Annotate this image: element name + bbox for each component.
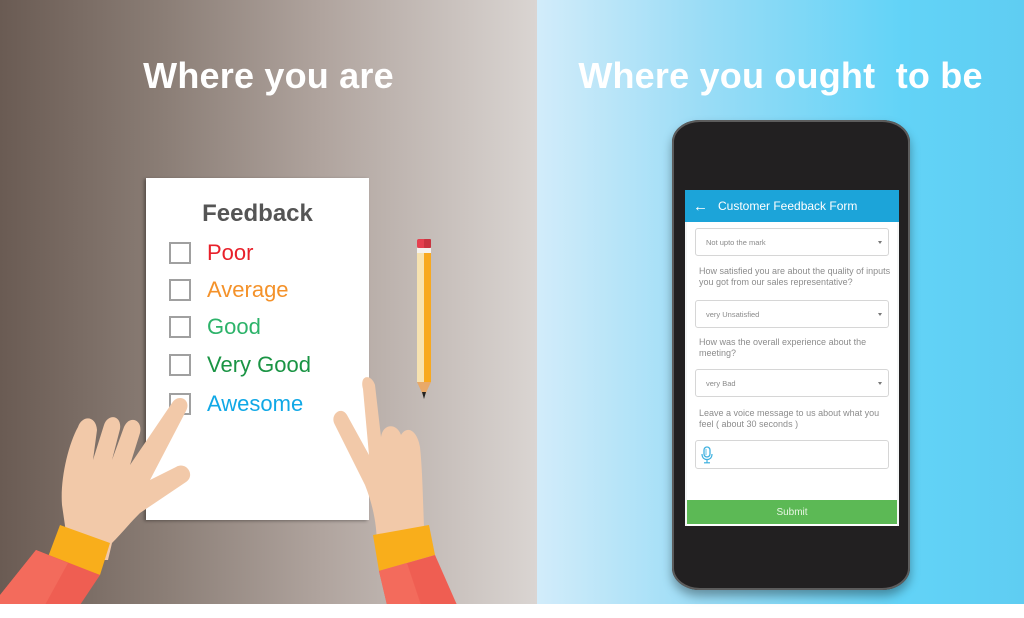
quality-select[interactable]: Not upto the mark xyxy=(695,228,889,256)
microphone-icon[interactable] xyxy=(701,446,713,464)
app-title: Customer Feedback Form xyxy=(718,199,858,213)
question-sales-rep: How satisfied you are about the quality … xyxy=(699,266,891,287)
dropdown-caret-icon xyxy=(878,382,882,385)
option-label: Poor xyxy=(207,240,254,265)
voice-message-input[interactable] xyxy=(695,440,889,469)
phone-mockup: ← Customer Feedback Form Not upto the ma… xyxy=(672,120,910,590)
left-heading: Where you are xyxy=(143,55,394,96)
back-arrow-icon[interactable]: ← xyxy=(693,199,708,214)
dropdown-caret-icon xyxy=(878,313,882,316)
left-panel: Where you are Feedback Poor Average Good… xyxy=(0,0,537,604)
left-hand-illustration xyxy=(0,397,191,604)
question-voice: Leave a voice message to us about what y… xyxy=(699,408,880,429)
dropdown-caret-icon xyxy=(878,241,882,244)
option-label: Good xyxy=(207,314,261,339)
feedback-form: Not upto the mark How satisfied you are … xyxy=(687,222,897,526)
satisfaction-select[interactable]: very Unsatisfied xyxy=(695,300,889,328)
checkbox[interactable] xyxy=(169,279,191,301)
phone-screen: ← Customer Feedback Form Not upto the ma… xyxy=(685,190,899,526)
paper-title: Feedback xyxy=(202,200,313,227)
select-value: Not upto the mark xyxy=(706,237,766,247)
right-heading: Where you ought to be xyxy=(578,55,983,96)
option-label: Very Good xyxy=(207,352,311,377)
option-label: Awesome xyxy=(207,391,304,416)
checkbox[interactable] xyxy=(169,316,191,338)
select-value: very Unsatisfied xyxy=(706,309,760,319)
submit-button[interactable]: Submit xyxy=(687,500,897,524)
feedback-option-good[interactable]: Good xyxy=(169,312,261,342)
checkbox[interactable] xyxy=(169,242,191,264)
option-label: Average xyxy=(207,277,289,302)
feedback-option-average[interactable]: Average xyxy=(169,275,289,305)
checkbox[interactable] xyxy=(169,354,191,376)
right-hand-illustration xyxy=(333,377,457,604)
feedback-option-very-good[interactable]: Very Good xyxy=(169,350,311,380)
experience-select[interactable]: very Bad xyxy=(695,369,889,397)
feedback-option-poor[interactable]: Poor xyxy=(169,238,253,268)
question-meeting: How was the overall experience about the… xyxy=(699,337,867,358)
select-value: very Bad xyxy=(706,378,736,388)
app-bar: ← Customer Feedback Form xyxy=(685,190,899,222)
